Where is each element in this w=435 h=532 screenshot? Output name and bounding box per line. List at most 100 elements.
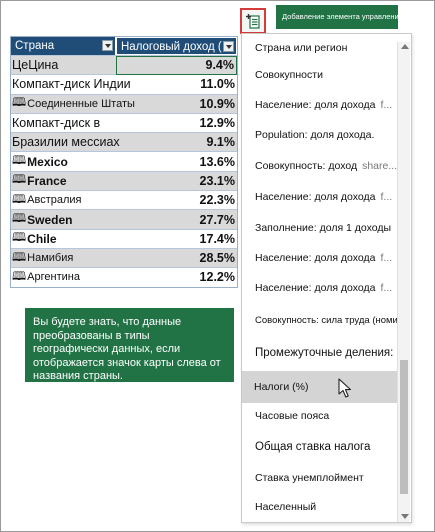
field-list-item[interactable]: Совокупность: доход share...	[242, 155, 410, 177]
insert-data-icon	[246, 14, 260, 29]
table-row[interactable]: Бразилии мессиах 9.1%	[11, 132, 237, 152]
field-list-item-label: Население: доля дохода	[255, 99, 376, 111]
geography-map-icon[interactable]: 🕮	[12, 151, 26, 172]
tax-revenue-cell[interactable]: 17.4%	[116, 232, 237, 246]
country-name: France	[27, 173, 67, 188]
table-row[interactable]: 🕮 Sweden 27.7%	[11, 209, 237, 230]
country-cell[interactable]: 🕮 Соединенные Штаты	[11, 93, 135, 114]
country-name: Бразилии мессиах	[12, 135, 120, 150]
field-list-item[interactable]: Ставка унемплоймент	[242, 467, 410, 489]
header-country-label: Страна	[15, 40, 55, 52]
country-cell[interactable]: 🕮 Аргентина	[11, 267, 116, 288]
field-list-item-more: f...	[380, 282, 393, 294]
mouse-pointer-icon	[338, 378, 352, 398]
geography-map-icon[interactable]: 🕮	[12, 170, 26, 191]
header-country[interactable]: Страна	[11, 37, 116, 55]
tax-revenue-cell[interactable]: 10.9%	[116, 97, 237, 111]
country-cell[interactable]: 🕮 France	[11, 170, 116, 191]
field-list-item-label: Совокупность: сила труда (номинал)...	[255, 314, 410, 326]
field-list-item[interactable]: Население: доля дохода f...	[242, 277, 410, 299]
field-list-item-label: Промежуточные деления:	[255, 347, 394, 359]
field-list-item[interactable]: Население: доля дохода f...	[242, 247, 410, 269]
info-callout: Вы будете знать, что данные преобразован…	[25, 308, 234, 382]
filter-dropdown-icon[interactable]	[223, 41, 234, 52]
field-list-item-label: Заполнение: доля 1 доходы	[255, 222, 392, 234]
field-list-dropdown[interactable]: Страна или регион Совокупности Население: …	[241, 33, 412, 523]
table-row[interactable]: ЦеЦина 9.4%	[11, 55, 237, 75]
tax-revenue-cell[interactable]: 22.3%	[116, 193, 237, 207]
insert-data-tooltip: Добавление элемента управления	[276, 5, 398, 29]
scroll-down-icon[interactable]	[401, 514, 409, 519]
callout-text: Вы будете знать, что данные преобразован…	[33, 316, 221, 382]
table-row[interactable]: 🕮 Chile 17.4%	[11, 228, 237, 249]
country-name: Chile	[27, 231, 57, 246]
field-list-item-more: f...	[380, 191, 393, 203]
field-list-item[interactable]: Общая ставка налога	[242, 436, 410, 458]
field-list-item-label: Население: доля дохода	[255, 252, 376, 264]
country-cell[interactable]: Компакт-диск в	[11, 116, 116, 130]
tax-revenue-cell[interactable]: 28.5%	[116, 251, 237, 265]
field-list-item[interactable]: Промежуточные деления:	[242, 342, 410, 364]
country-cell[interactable]: 🕮 Намибия	[11, 248, 116, 269]
field-list-scrollbar[interactable]	[397, 42, 410, 522]
field-list-item[interactable]: Заполнение: доля 1 доходы	[242, 217, 410, 239]
country-table: Страна Налоговый доход ( ЦеЦина 9.4% Компа…	[10, 36, 238, 288]
country-cell[interactable]: Компакт-диск Индии	[11, 77, 131, 91]
field-list-item-more: share...	[362, 160, 398, 172]
table-row[interactable]: 🕮 Соединенные Штаты 10.9%	[11, 93, 237, 114]
table-row[interactable]: Компакт-диск Индии 11.0%	[11, 74, 237, 93]
table-row[interactable]: 🕮 Намибия 28.5%	[11, 247, 237, 269]
field-list-item[interactable]: Население: доля дохода f...	[242, 94, 410, 116]
field-list-item[interactable]: Налоги (%)	[242, 371, 410, 403]
table-row[interactable]: Компакт-диск в 12.9%	[11, 112, 237, 132]
scroll-thumb[interactable]	[400, 360, 408, 494]
table-row[interactable]: 🕮 France 23.1%	[11, 170, 237, 191]
field-list-item-more: f...	[380, 252, 393, 264]
field-list-item-more: f...	[380, 99, 393, 111]
geography-map-icon[interactable]: 🕮	[12, 190, 26, 211]
table-body: ЦеЦина 9.4% Компакт-диск Индии 11.0% 🕮 Соедин…	[11, 55, 237, 287]
country-name: Австралия	[27, 194, 82, 207]
country-name: Аргентина	[27, 271, 80, 284]
table-row[interactable]: 🕮 Аргентина 12.2%	[11, 267, 237, 286]
field-list-item[interactable]: Население: доля дохода f...	[242, 186, 410, 208]
geography-map-icon[interactable]: 🕮	[12, 93, 26, 114]
geography-map-icon[interactable]: 🕮	[12, 228, 26, 249]
field-list-item-label: Налоги (%)	[254, 381, 309, 393]
field-list-item[interactable]: Совокупности	[242, 64, 410, 86]
tax-revenue-cell[interactable]: 12.2%	[116, 270, 237, 284]
geography-map-icon[interactable]: 🕮	[12, 248, 26, 269]
field-list-item[interactable]: Population: доля дохода.	[242, 124, 410, 146]
field-list-item-label: Население: доля дохода	[255, 282, 376, 294]
field-list-item[interactable]: Населенный	[242, 496, 410, 518]
table-row[interactable]: 🕮 Австралия 22.3%	[11, 190, 237, 209]
field-list-item[interactable]: Часовые пояса	[242, 405, 410, 427]
field-list-item-label: Ставка унемплоймент	[255, 472, 364, 484]
geography-map-icon[interactable]: 🕮	[12, 267, 26, 288]
country-cell[interactable]: ЦеЦина	[11, 58, 116, 72]
tax-revenue-cell[interactable]: 12.9%	[116, 116, 237, 130]
header-tax-label: Налоговый доход (	[121, 41, 222, 53]
field-list-item[interactable]: Страна или регион	[242, 37, 410, 59]
field-list-item[interactable]: Совокупность: сила труда (номинал)...	[242, 309, 410, 331]
country-cell[interactable]: Бразилии мессиах	[11, 135, 120, 149]
field-list-item-label: Общая ставка налога	[255, 441, 371, 453]
tax-revenue-cell[interactable]: 9.1%	[116, 135, 237, 149]
table-row[interactable]: 🕮 Mexico 13.6%	[11, 151, 237, 170]
country-cell[interactable]: 🕮 Австралия	[11, 190, 116, 211]
country-cell[interactable]: 🕮 Sweden	[11, 209, 116, 230]
country-cell[interactable]: 🕮 Mexico	[11, 151, 116, 172]
header-tax-revenue[interactable]: Налоговый доход (	[116, 37, 237, 55]
country-cell[interactable]: 🕮 Chile	[11, 228, 116, 249]
table-header: Страна Налоговый доход (	[11, 37, 237, 55]
tax-revenue-cell[interactable]: 27.7%	[116, 213, 237, 227]
tax-revenue-cell[interactable]: 13.6%	[116, 155, 237, 169]
scroll-up-icon[interactable]	[401, 44, 409, 49]
tax-revenue-cell[interactable]: 11.0%	[116, 77, 237, 91]
insert-data-button[interactable]	[240, 8, 266, 34]
country-name: Sweden	[27, 212, 73, 227]
geography-map-icon[interactable]: 🕮	[12, 209, 26, 230]
filter-dropdown-icon[interactable]	[102, 40, 113, 51]
tax-revenue-cell[interactable]: 23.1%	[116, 174, 237, 188]
tax-revenue-cell[interactable]: 9.4%	[116, 55, 237, 75]
